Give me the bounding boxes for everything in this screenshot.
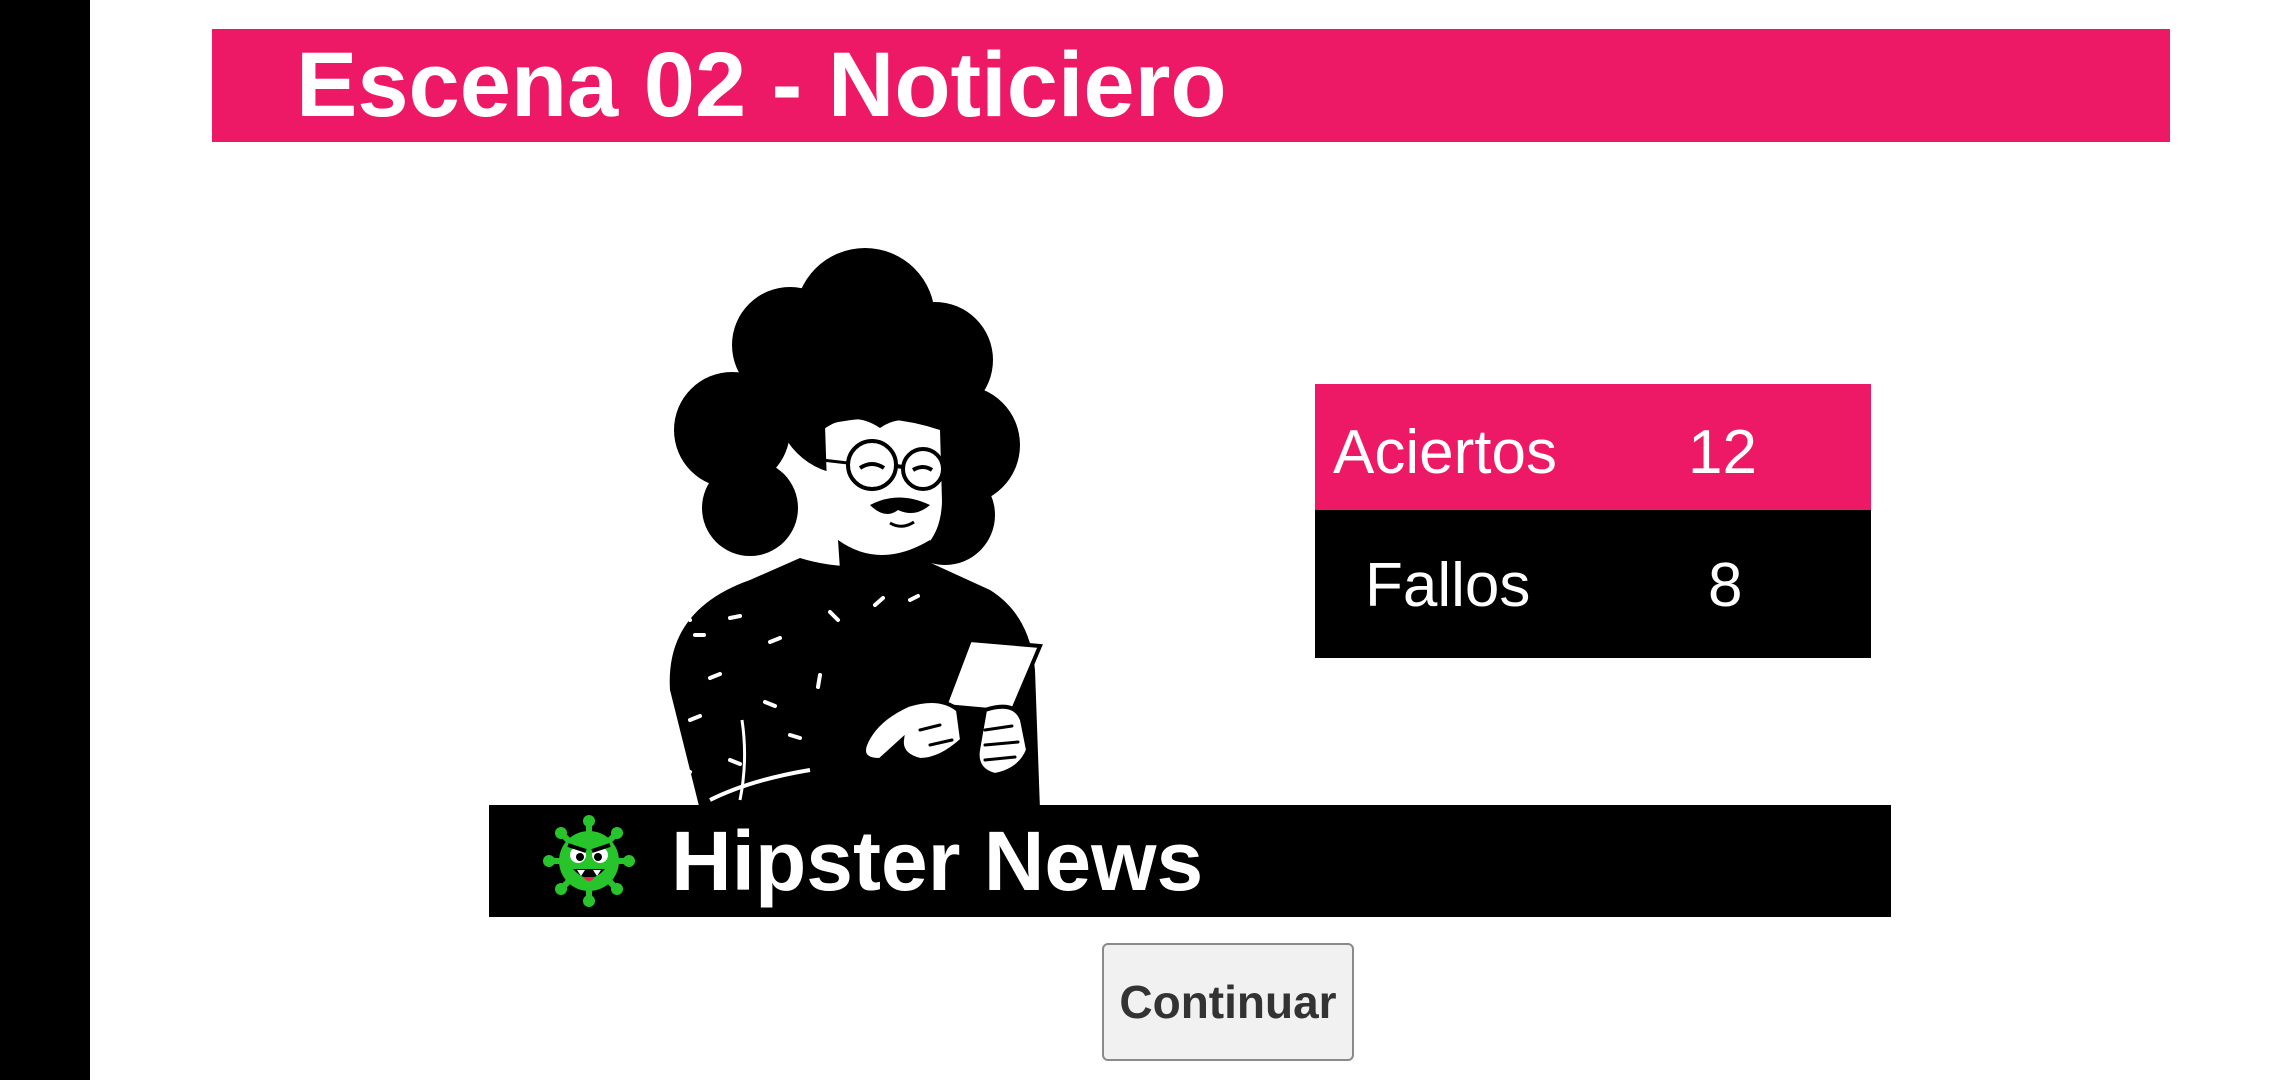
misses-value: 8 [1708, 551, 1743, 620]
virus-icon [541, 813, 637, 909]
continue-button[interactable]: Continuar [1102, 943, 1354, 1061]
score-panel: Aciertos 12 Fallos 8 [1315, 384, 1871, 658]
misses-row: Fallos 8 [1315, 510, 1871, 658]
news-title: Hipster News [671, 814, 1204, 908]
left-sidebar-bar [0, 0, 90, 1080]
hits-value: 12 [1688, 418, 1757, 487]
hipster-reporter-illustration [640, 240, 1060, 810]
misses-label: Fallos [1365, 551, 1531, 620]
hits-row: Aciertos 12 [1315, 384, 1871, 510]
scene-title-bar: Escena 02 - Noticiero [212, 29, 2170, 142]
scene-title: Escena 02 - Noticiero [296, 34, 1227, 136]
news-banner: Hipster News [489, 805, 1891, 917]
hits-label: Aciertos [1333, 418, 1557, 487]
